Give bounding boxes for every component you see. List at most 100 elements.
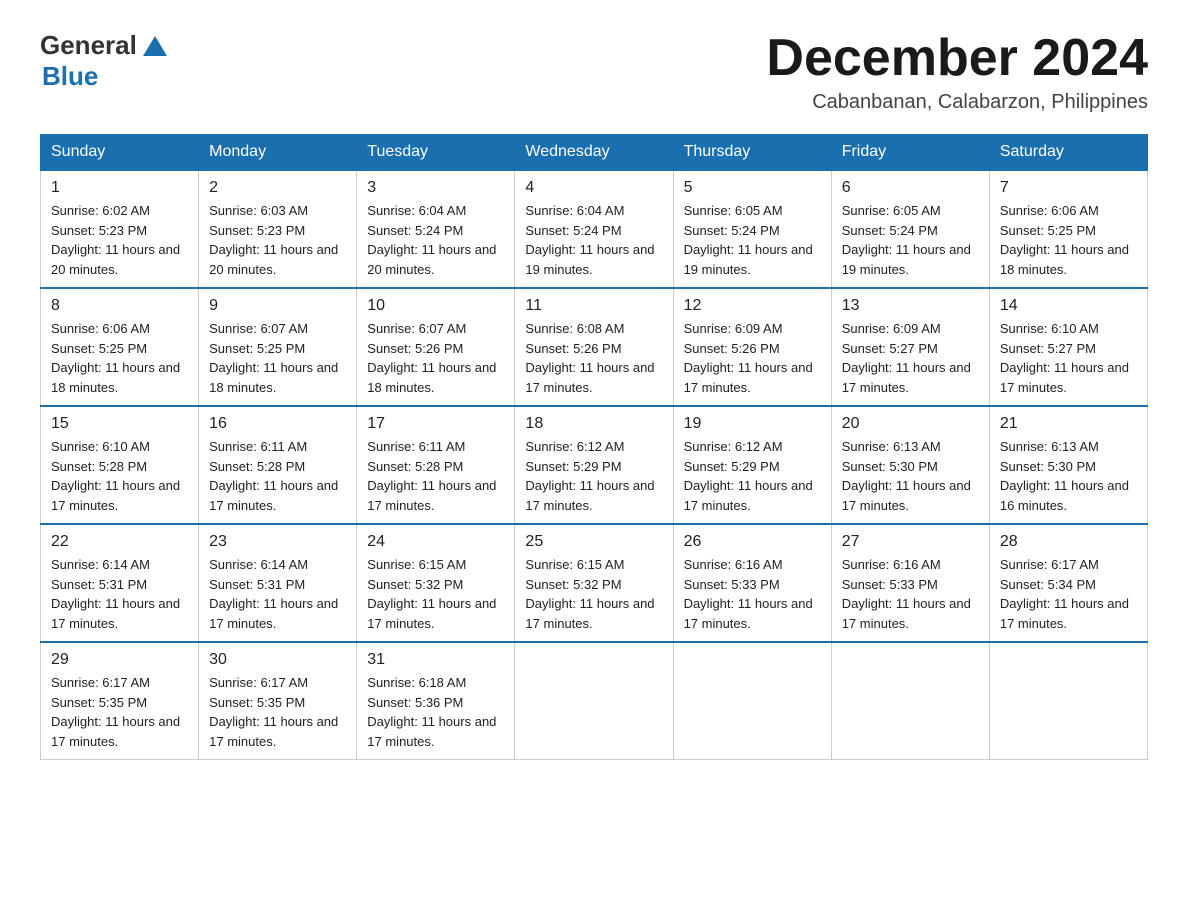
subtitle: Cabanbanan, Calabarzon, Philippines <box>766 91 1148 114</box>
calendar-cell: 6 Sunrise: 6:05 AMSunset: 5:24 PMDayligh… <box>831 170 989 288</box>
day-info: Sunrise: 6:14 AMSunset: 5:31 PMDaylight:… <box>51 557 180 631</box>
day-number: 3 <box>367 179 504 197</box>
day-info: Sunrise: 6:12 AMSunset: 5:29 PMDaylight:… <box>684 439 813 513</box>
day-number: 20 <box>842 415 979 433</box>
day-info: Sunrise: 6:04 AMSunset: 5:24 PMDaylight:… <box>525 203 654 277</box>
day-number: 2 <box>209 179 346 197</box>
day-info: Sunrise: 6:08 AMSunset: 5:26 PMDaylight:… <box>525 321 654 395</box>
day-info: Sunrise: 6:09 AMSunset: 5:27 PMDaylight:… <box>842 321 971 395</box>
day-number: 19 <box>684 415 821 433</box>
calendar-cell: 19 Sunrise: 6:12 AMSunset: 5:29 PMDaylig… <box>673 406 831 524</box>
day-number: 26 <box>684 533 821 551</box>
calendar-cell: 18 Sunrise: 6:12 AMSunset: 5:29 PMDaylig… <box>515 406 673 524</box>
day-info: Sunrise: 6:06 AMSunset: 5:25 PMDaylight:… <box>1000 203 1129 277</box>
day-number: 12 <box>684 297 821 315</box>
day-info: Sunrise: 6:10 AMSunset: 5:27 PMDaylight:… <box>1000 321 1129 395</box>
day-info: Sunrise: 6:12 AMSunset: 5:29 PMDaylight:… <box>525 439 654 513</box>
day-info: Sunrise: 6:13 AMSunset: 5:30 PMDaylight:… <box>842 439 971 513</box>
day-number: 23 <box>209 533 346 551</box>
calendar-cell <box>831 642 989 760</box>
page-header: General Blue December 2024 Cabanbanan, C… <box>40 30 1148 114</box>
day-number: 21 <box>1000 415 1137 433</box>
calendar-cell: 14 Sunrise: 6:10 AMSunset: 5:27 PMDaylig… <box>989 288 1147 406</box>
calendar-cell: 20 Sunrise: 6:13 AMSunset: 5:30 PMDaylig… <box>831 406 989 524</box>
logo: General Blue <box>40 30 169 92</box>
header-tuesday: Tuesday <box>357 135 515 171</box>
day-number: 6 <box>842 179 979 197</box>
day-number: 11 <box>525 297 662 315</box>
calendar-cell: 16 Sunrise: 6:11 AMSunset: 5:28 PMDaylig… <box>199 406 357 524</box>
day-number: 28 <box>1000 533 1137 551</box>
calendar-cell: 13 Sunrise: 6:09 AMSunset: 5:27 PMDaylig… <box>831 288 989 406</box>
day-number: 5 <box>684 179 821 197</box>
day-number: 9 <box>209 297 346 315</box>
day-info: Sunrise: 6:17 AMSunset: 5:35 PMDaylight:… <box>51 675 180 749</box>
day-number: 4 <box>525 179 662 197</box>
day-number: 1 <box>51 179 188 197</box>
day-info: Sunrise: 6:05 AMSunset: 5:24 PMDaylight:… <box>842 203 971 277</box>
calendar-cell: 7 Sunrise: 6:06 AMSunset: 5:25 PMDayligh… <box>989 170 1147 288</box>
calendar-cell: 26 Sunrise: 6:16 AMSunset: 5:33 PMDaylig… <box>673 524 831 642</box>
calendar-cell <box>989 642 1147 760</box>
calendar-cell: 12 Sunrise: 6:09 AMSunset: 5:26 PMDaylig… <box>673 288 831 406</box>
logo-general-text: General <box>40 30 137 61</box>
day-number: 15 <box>51 415 188 433</box>
header-wednesday: Wednesday <box>515 135 673 171</box>
day-number: 17 <box>367 415 504 433</box>
calendar-week-2: 8 Sunrise: 6:06 AMSunset: 5:25 PMDayligh… <box>41 288 1148 406</box>
calendar-cell: 3 Sunrise: 6:04 AMSunset: 5:24 PMDayligh… <box>357 170 515 288</box>
calendar-table: Sunday Monday Tuesday Wednesday Thursday… <box>40 134 1148 760</box>
calendar-week-4: 22 Sunrise: 6:14 AMSunset: 5:31 PMDaylig… <box>41 524 1148 642</box>
day-number: 8 <box>51 297 188 315</box>
calendar-cell: 21 Sunrise: 6:13 AMSunset: 5:30 PMDaylig… <box>989 406 1147 524</box>
calendar-cell: 28 Sunrise: 6:17 AMSunset: 5:34 PMDaylig… <box>989 524 1147 642</box>
day-info: Sunrise: 6:02 AMSunset: 5:23 PMDaylight:… <box>51 203 180 277</box>
day-info: Sunrise: 6:17 AMSunset: 5:34 PMDaylight:… <box>1000 557 1129 631</box>
day-info: Sunrise: 6:04 AMSunset: 5:24 PMDaylight:… <box>367 203 496 277</box>
day-number: 14 <box>1000 297 1137 315</box>
day-info: Sunrise: 6:07 AMSunset: 5:26 PMDaylight:… <box>367 321 496 395</box>
day-info: Sunrise: 6:09 AMSunset: 5:26 PMDaylight:… <box>684 321 813 395</box>
day-number: 18 <box>525 415 662 433</box>
day-number: 25 <box>525 533 662 551</box>
day-info: Sunrise: 6:06 AMSunset: 5:25 PMDaylight:… <box>51 321 180 395</box>
day-info: Sunrise: 6:05 AMSunset: 5:24 PMDaylight:… <box>684 203 813 277</box>
calendar-cell: 25 Sunrise: 6:15 AMSunset: 5:32 PMDaylig… <box>515 524 673 642</box>
header-saturday: Saturday <box>989 135 1147 171</box>
day-info: Sunrise: 6:15 AMSunset: 5:32 PMDaylight:… <box>367 557 496 631</box>
calendar-cell: 1 Sunrise: 6:02 AMSunset: 5:23 PMDayligh… <box>41 170 199 288</box>
calendar-cell: 22 Sunrise: 6:14 AMSunset: 5:31 PMDaylig… <box>41 524 199 642</box>
day-info: Sunrise: 6:15 AMSunset: 5:32 PMDaylight:… <box>525 557 654 631</box>
day-number: 27 <box>842 533 979 551</box>
calendar-week-3: 15 Sunrise: 6:10 AMSunset: 5:28 PMDaylig… <box>41 406 1148 524</box>
calendar-cell: 24 Sunrise: 6:15 AMSunset: 5:32 PMDaylig… <box>357 524 515 642</box>
day-info: Sunrise: 6:10 AMSunset: 5:28 PMDaylight:… <box>51 439 180 513</box>
calendar-cell: 27 Sunrise: 6:16 AMSunset: 5:33 PMDaylig… <box>831 524 989 642</box>
calendar-cell: 31 Sunrise: 6:18 AMSunset: 5:36 PMDaylig… <box>357 642 515 760</box>
logo-blue-text: Blue <box>42 61 98 92</box>
day-number: 24 <box>367 533 504 551</box>
calendar-cell: 4 Sunrise: 6:04 AMSunset: 5:24 PMDayligh… <box>515 170 673 288</box>
header-monday: Monday <box>199 135 357 171</box>
calendar-cell: 2 Sunrise: 6:03 AMSunset: 5:23 PMDayligh… <box>199 170 357 288</box>
day-info: Sunrise: 6:16 AMSunset: 5:33 PMDaylight:… <box>842 557 971 631</box>
day-info: Sunrise: 6:18 AMSunset: 5:36 PMDaylight:… <box>367 675 496 749</box>
day-number: 30 <box>209 651 346 669</box>
calendar-cell <box>673 642 831 760</box>
calendar-cell: 15 Sunrise: 6:10 AMSunset: 5:28 PMDaylig… <box>41 406 199 524</box>
calendar-cell: 11 Sunrise: 6:08 AMSunset: 5:26 PMDaylig… <box>515 288 673 406</box>
calendar-cell: 9 Sunrise: 6:07 AMSunset: 5:25 PMDayligh… <box>199 288 357 406</box>
calendar-cell: 29 Sunrise: 6:17 AMSunset: 5:35 PMDaylig… <box>41 642 199 760</box>
header-thursday: Thursday <box>673 135 831 171</box>
day-number: 22 <box>51 533 188 551</box>
calendar-cell: 23 Sunrise: 6:14 AMSunset: 5:31 PMDaylig… <box>199 524 357 642</box>
main-title: December 2024 <box>766 30 1148 87</box>
calendar-week-5: 29 Sunrise: 6:17 AMSunset: 5:35 PMDaylig… <box>41 642 1148 760</box>
calendar-cell: 10 Sunrise: 6:07 AMSunset: 5:26 PMDaylig… <box>357 288 515 406</box>
calendar-body: 1 Sunrise: 6:02 AMSunset: 5:23 PMDayligh… <box>41 170 1148 760</box>
day-info: Sunrise: 6:17 AMSunset: 5:35 PMDaylight:… <box>209 675 338 749</box>
day-info: Sunrise: 6:13 AMSunset: 5:30 PMDaylight:… <box>1000 439 1129 513</box>
day-number: 13 <box>842 297 979 315</box>
day-number: 10 <box>367 297 504 315</box>
calendar-cell: 30 Sunrise: 6:17 AMSunset: 5:35 PMDaylig… <box>199 642 357 760</box>
